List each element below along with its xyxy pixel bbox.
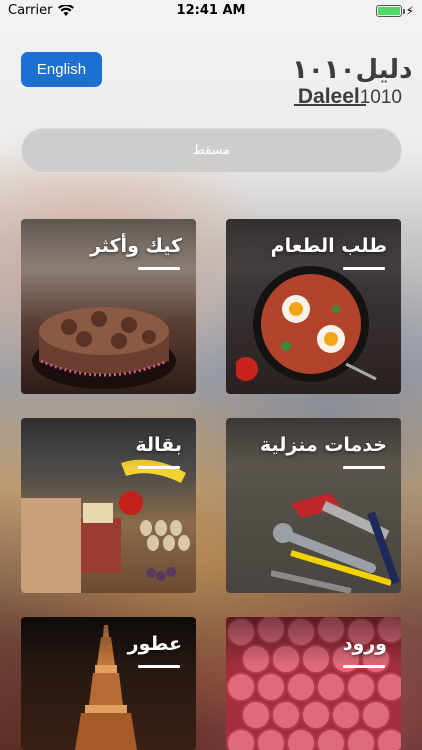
logo-arabic-text: دليل١٠١٠	[292, 55, 413, 85]
category-card-food-order[interactable]: طلب الطعام	[226, 219, 401, 394]
city-search-field[interactable]: مسقط	[21, 128, 402, 173]
cake-image	[32, 307, 176, 389]
city-search-value: مسقط	[192, 143, 231, 158]
category-card-home-services[interactable]: خدمات منزلية	[226, 418, 401, 593]
language-button[interactable]: English	[21, 52, 102, 87]
category-label: عطور	[127, 633, 182, 655]
status-right: ⚡	[375, 4, 414, 18]
logo-number: 1010	[359, 87, 402, 108]
tools-image	[271, 493, 400, 593]
category-label: خدمات منزلية	[259, 434, 387, 456]
category-label: كيك وأكثر	[89, 235, 182, 257]
status-time: 12:41 AM	[176, 3, 246, 18]
category-label: ورود	[342, 633, 387, 655]
category-card-flowers[interactable]: ورود	[226, 617, 401, 750]
category-label: بقالة	[135, 434, 182, 456]
app-logo: دليل١٠١٠ Daleel1010	[292, 55, 413, 115]
category-card-cakes[interactable]: كيك وأكثر	[21, 219, 196, 394]
battery-icon	[375, 5, 405, 17]
logo-latin-text: Daleel1010	[292, 85, 402, 110]
food-pan-image	[236, 266, 377, 382]
groceries-image	[21, 459, 190, 593]
charging-icon: ⚡	[405, 4, 414, 18]
battery-fill	[377, 7, 400, 15]
status-bar: Carrier 12:41 AM ⚡	[0, 0, 422, 22]
category-label: طلب الطعام	[270, 235, 387, 257]
category-card-grocery[interactable]: بقالة	[21, 418, 196, 593]
category-card-perfumes[interactable]: عطور	[21, 617, 196, 750]
